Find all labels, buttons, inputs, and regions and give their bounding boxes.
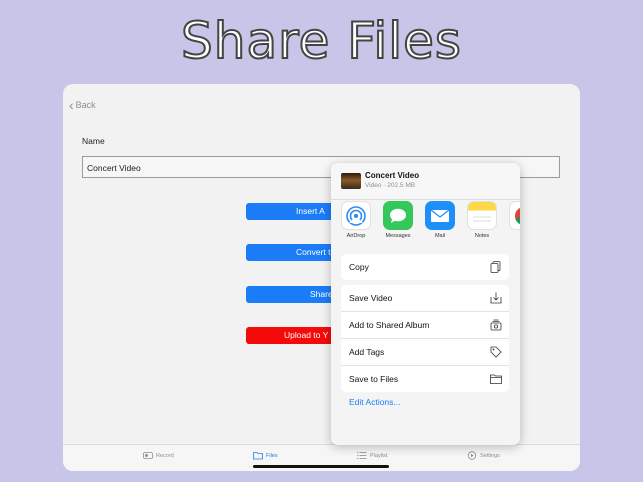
tab-bar: Record Files Playlist Settings (63, 444, 580, 471)
files-icon (253, 452, 263, 460)
share-app-messages[interactable]: Messages (381, 201, 415, 239)
tab-settings-label: Settings (480, 452, 500, 459)
tag-icon (490, 346, 502, 358)
chevron-left-icon: ‹ (69, 97, 74, 113)
save-video-action[interactable]: Save Video (341, 285, 509, 312)
back-button[interactable]: ‹ Back (69, 97, 96, 113)
settings-icon (467, 451, 477, 460)
add-tags-action[interactable]: Add Tags (341, 339, 509, 366)
insert-button[interactable]: Insert A (246, 203, 336, 220)
share-button[interactable]: Share (246, 286, 336, 303)
playlist-icon (357, 451, 367, 460)
share-button-label: Share (310, 289, 333, 299)
share-app-notes[interactable]: Notes (465, 201, 499, 239)
edit-actions-link[interactable]: Edit Actions... (349, 397, 401, 407)
upload-button-label: Upload to Y (284, 330, 329, 340)
share-sheet: Concert Video Video · 202.5 MB AirDrop M… (331, 163, 520, 445)
tab-files[interactable]: Files (253, 451, 278, 460)
video-thumbnail (341, 173, 361, 189)
actions-group: Save Video Add to Shared Album Add Tags … (341, 285, 509, 392)
convert-button-label: Convert to (296, 247, 336, 257)
tab-settings[interactable]: Settings (467, 451, 500, 460)
share-sheet-header: Concert Video Video · 202.5 MB (331, 163, 520, 200)
save-to-files-label: Save to Files (349, 374, 399, 384)
chrome-label: Ch (507, 233, 520, 239)
shared-album-icon (490, 319, 502, 331)
save-video-icon (490, 292, 502, 304)
copy-label: Copy (349, 262, 369, 272)
copy-icon (490, 261, 501, 273)
add-to-shared-album-action[interactable]: Add to Shared Album (341, 312, 509, 339)
tab-files-label: Files (266, 452, 278, 459)
mail-icon (425, 201, 455, 230)
add-tags-label: Add Tags (349, 347, 385, 357)
share-sheet-subtitle: Video · 202.5 MB (365, 182, 416, 189)
share-app-chrome[interactable]: Ch (507, 201, 520, 239)
tab-playlist-label: Playlist (370, 452, 388, 459)
tab-playlist[interactable]: Playlist (357, 451, 387, 460)
copy-action[interactable]: Copy (341, 254, 509, 280)
insert-button-label: Insert A (296, 206, 325, 216)
save-to-files-action[interactable]: Save to Files (341, 366, 509, 392)
add-to-shared-album-label: Add to Shared Album (349, 320, 430, 330)
messages-label: Messages (385, 233, 411, 239)
chrome-icon (509, 201, 520, 230)
convert-button[interactable]: Convert to (246, 244, 336, 261)
messages-icon (383, 201, 413, 230)
tab-record[interactable]: Record (143, 451, 174, 460)
share-apps-row: AirDrop Messages Mail Notes Ch (331, 201, 520, 243)
headline-title: Share Files (180, 11, 462, 71)
save-video-label: Save Video (349, 293, 393, 303)
folder-icon (490, 374, 502, 384)
back-label: Back (75, 100, 96, 110)
airdrop-label: AirDrop (346, 233, 366, 239)
share-app-airdrop[interactable]: AirDrop (339, 201, 373, 239)
share-sheet-title: Concert Video (365, 171, 420, 180)
tab-record-label: Record (156, 452, 174, 459)
home-indicator (253, 465, 389, 468)
copy-group: Copy (341, 254, 509, 280)
upload-button[interactable]: Upload to Y (246, 327, 336, 344)
record-icon (143, 452, 153, 459)
name-label: Name (82, 136, 105, 146)
airdrop-icon (341, 201, 371, 230)
notes-label: Notes (474, 233, 490, 239)
mail-label: Mail (434, 233, 446, 239)
notes-icon (467, 201, 497, 230)
share-app-mail[interactable]: Mail (423, 201, 457, 239)
